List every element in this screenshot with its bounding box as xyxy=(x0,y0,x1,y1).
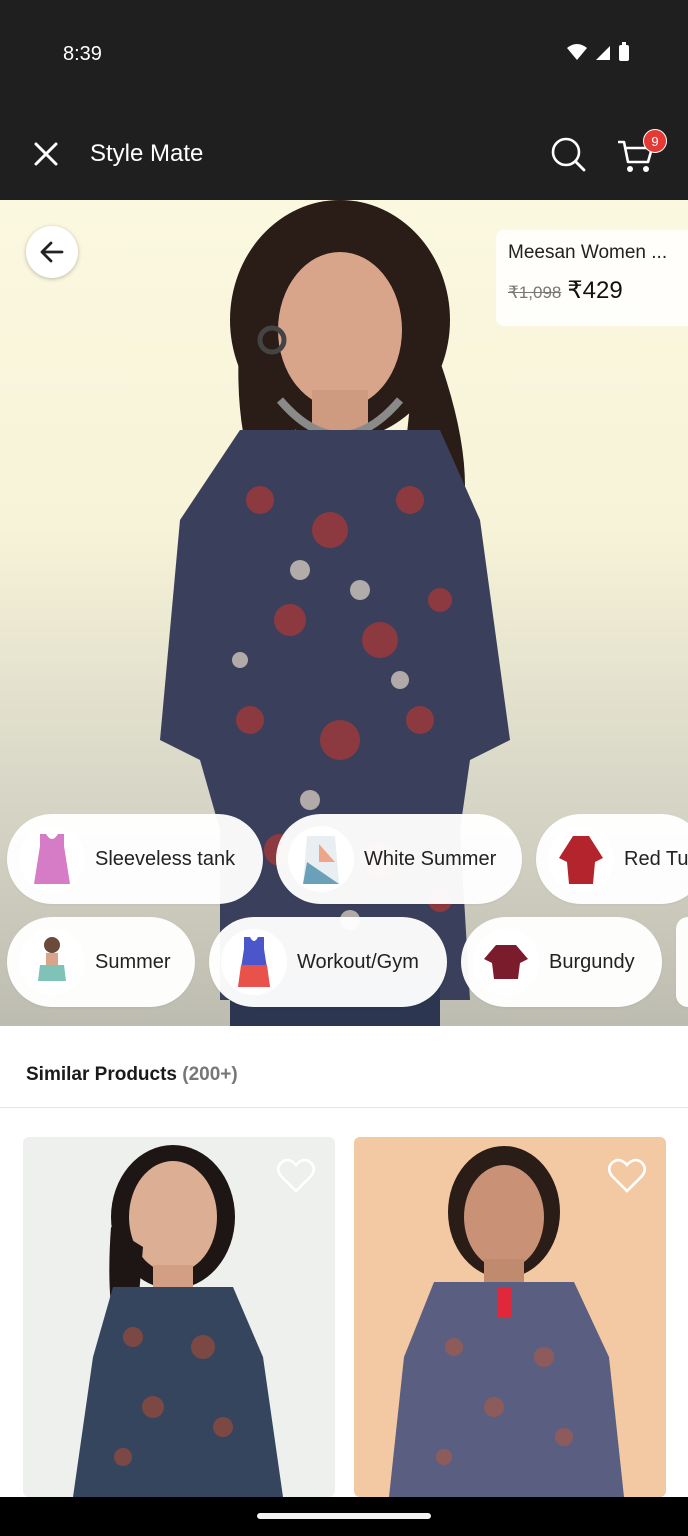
status-bar: 8:39 xyxy=(0,0,688,110)
burgundy-top-icon xyxy=(473,929,539,995)
chip-label: Red Tu xyxy=(624,847,688,870)
gym-tank-icon xyxy=(221,929,287,995)
cart-badge: 9 xyxy=(643,129,667,153)
similar-products-header: Similar Products (200+) xyxy=(0,1026,688,1108)
wishlist-button[interactable] xyxy=(275,1155,317,1197)
chip-label: White Summer xyxy=(364,847,497,870)
heart-icon xyxy=(607,1158,647,1193)
arrow-left-icon xyxy=(40,241,64,263)
product-name: Meesan Women ... xyxy=(508,242,668,263)
chip-overflow[interactable] xyxy=(676,917,688,1007)
back-button[interactable] xyxy=(26,226,78,278)
home-gesture-handle[interactable] xyxy=(257,1513,431,1519)
close-icon xyxy=(34,142,58,166)
app-title: Style Mate xyxy=(90,140,204,167)
product-tile[interactable] xyxy=(354,1137,666,1497)
similar-count: (200+) xyxy=(182,1064,238,1085)
app-bar: Style Mate xyxy=(0,110,688,200)
search-button[interactable] xyxy=(548,134,588,174)
chip-label: Sleeveless tank xyxy=(95,847,236,870)
signal-icon xyxy=(596,46,610,60)
close-button[interactable] xyxy=(28,136,64,172)
original-price: ₹1,098 xyxy=(508,283,562,302)
summer-top-icon xyxy=(19,929,85,995)
product-tile[interactable] xyxy=(23,1137,335,1497)
wifi-icon xyxy=(567,44,587,60)
chip-red-tu[interactable]: Red Tu xyxy=(536,814,688,904)
white-summer-top-icon xyxy=(288,826,354,892)
battery-icon xyxy=(619,42,629,61)
chip-workout-gym[interactable]: Workout/Gym xyxy=(209,917,447,1007)
chip-summer[interactable]: Summer xyxy=(7,917,195,1007)
chip-label: Summer xyxy=(95,950,171,973)
chip-burgundy[interactable]: Burgundy xyxy=(461,917,662,1007)
status-time: 8:39 xyxy=(63,43,102,65)
wishlist-button[interactable] xyxy=(606,1155,648,1197)
chip-label: Burgundy xyxy=(549,950,635,973)
chip-label: Workout/Gym xyxy=(297,950,419,973)
pink-tank-top-icon xyxy=(19,826,85,892)
red-tunic-icon xyxy=(548,826,614,892)
heart-icon xyxy=(276,1158,316,1193)
sale-price: ₹429 xyxy=(567,277,623,304)
similar-products-title: Similar Products (200+) xyxy=(26,1064,238,1086)
price-row: ₹1,098 ₹429 xyxy=(508,276,676,305)
status-icons xyxy=(566,42,630,62)
similar-title-text: Similar Products xyxy=(26,1064,177,1085)
chip-sleeveless-tank[interactable]: Sleeveless tank xyxy=(7,814,263,904)
product-info-card[interactable]: Meesan Women ... ₹1,098 ₹429 xyxy=(496,230,688,326)
system-nav-bar xyxy=(0,1497,688,1536)
search-icon xyxy=(551,137,586,172)
chip-white-summer[interactable]: White Summer xyxy=(276,814,522,904)
